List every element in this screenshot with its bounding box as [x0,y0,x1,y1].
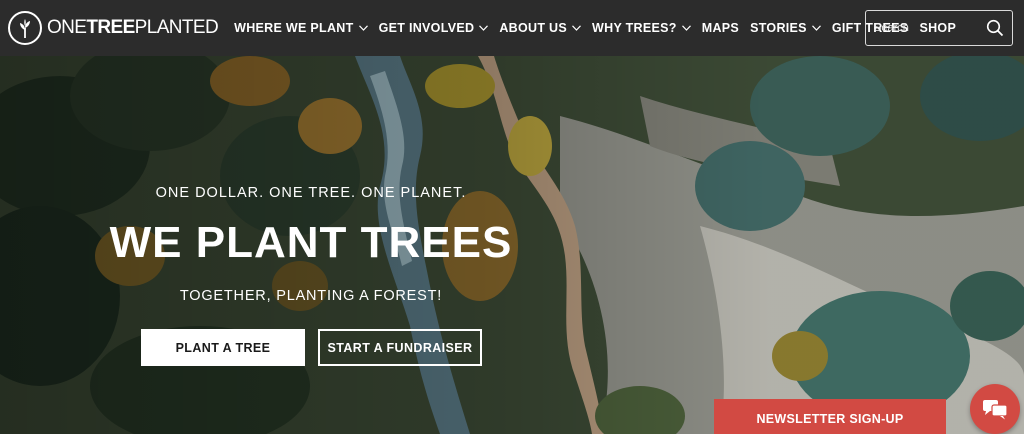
chat-icon [983,400,1008,420]
chevron-down-icon [681,25,691,31]
main-menu: WHERE WE PLANT GET INVOLVED ABOUT US WHY… [234,0,967,56]
nav-item-get-involved[interactable]: GET INVOLVED [379,21,489,35]
search-box [865,10,1013,46]
chevron-down-icon [358,25,368,31]
nav-item-stories[interactable]: STORIES [750,21,821,35]
hero-headline: WE PLANT TREES [109,218,513,267]
chat-button[interactable] [970,384,1020,434]
newsletter-signup-button[interactable]: NEWSLETTER SIGN-UP [714,399,946,434]
chevron-down-icon [479,25,489,31]
nav-item-about-us[interactable]: ABOUT US [499,21,581,35]
nav-item-label: ABOUT US [499,21,568,35]
tree-logo-icon [8,11,42,45]
nav-item-label: MAPS [701,21,740,35]
nav-item-label: WHERE WE PLANT [234,21,354,35]
chevron-down-icon [572,25,581,31]
hero-tagline: ONE DOLLAR. ONE TREE. ONE PLANET. [155,185,467,201]
hero-section: ONE DOLLAR. ONE TREE. ONE PLANET. WE PLA… [0,56,1024,434]
site-logo-text: ONETREEPLANTED [47,17,219,39]
site-logo[interactable]: ONETREEPLANTED [8,0,219,56]
search-icon[interactable] [986,19,1004,37]
brand-name-part3: PLANTED [134,17,219,38]
brand-name-part1: ONE [47,17,87,38]
nav-item-label: GET INVOLVED [378,21,475,35]
plant-a-tree-button[interactable]: PLANT A TREE [141,329,305,366]
search-input[interactable] [874,22,978,34]
nav-item-why-trees[interactable]: WHY TREES? [592,21,691,35]
chevron-down-icon [811,25,821,31]
top-navigation-bar: ONETREEPLANTED WHERE WE PLANT GET INVOLV… [0,0,1024,56]
start-a-fundraiser-button[interactable]: START A FUNDRAISER [318,329,482,366]
brand-name-part2: TREE [86,17,135,38]
nav-item-maps[interactable]: MAPS [702,21,739,35]
nav-item-label: STORIES [750,21,807,35]
hero-subline: TOGETHER, PLANTING A FOREST! [179,288,443,304]
nav-item-label: WHY TREES? [592,21,677,35]
nav-item-where-we-plant[interactable]: WHERE WE PLANT [234,21,368,35]
